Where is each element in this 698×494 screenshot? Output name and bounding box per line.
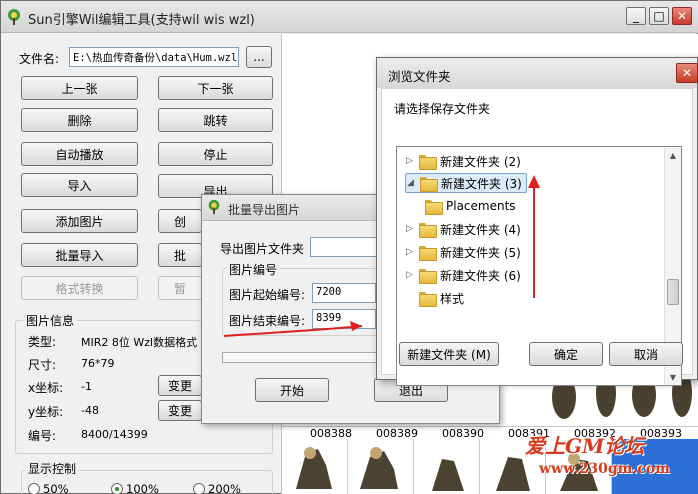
tree-item-folder-5[interactable]: ▷ 新建文件夹 (5): [405, 242, 521, 262]
tree-item-folder-2[interactable]: ▷ 新建文件夹 (2): [405, 151, 521, 171]
dialog-close-button[interactable]: ✕: [676, 63, 698, 83]
batch-export-title: 批量导出图片: [228, 203, 301, 217]
maximize-button[interactable]: □: [649, 7, 669, 25]
filename-input[interactable]: E:\热血传奇备份\data\Hum.wzl: [69, 47, 239, 67]
pause-button[interactable]: 暂: [158, 276, 202, 300]
start-number-input[interactable]: 7200: [312, 283, 376, 303]
folder-icon: [419, 291, 437, 307]
start-number-label: 图片起始编号:: [229, 288, 306, 302]
x-value: -1: [81, 380, 92, 393]
tree-item-folder-4[interactable]: ▷ 新建文件夹 (4): [405, 219, 521, 239]
zoom-100-radio[interactable]: 100%: [111, 482, 159, 494]
tree-item-folder-3[interactable]: ◢ 新建文件夹 (3): [405, 173, 527, 193]
expand-arrow-icon[interactable]: ▷: [405, 224, 414, 234]
watermark-line1: 爱上GM论坛: [525, 434, 645, 458]
watermark-line2: www.230gm.com: [539, 461, 670, 477]
cancel-button[interactable]: 取消: [609, 342, 683, 366]
radio-icon: [28, 483, 40, 494]
browse-button[interactable]: ...: [246, 46, 272, 68]
y-value: -48: [81, 404, 99, 417]
index-label: 编号:: [28, 429, 57, 443]
scroll-down-icon[interactable]: ▼: [665, 369, 681, 385]
stop-button[interactable]: 停止: [158, 142, 273, 166]
folder-icon: [419, 268, 437, 284]
close-icon: ✕: [676, 9, 688, 23]
browse-folder-title: 浏览文件夹: [388, 69, 451, 84]
y-change-button[interactable]: 变更: [158, 400, 202, 421]
batch-import-button[interactable]: 批量导入: [21, 243, 138, 267]
autoplay-button[interactable]: 自动播放: [21, 142, 138, 166]
export-folder-input[interactable]: [310, 237, 380, 257]
size-value: 76*79: [81, 357, 115, 370]
expand-arrow-icon[interactable]: ▷: [405, 156, 414, 166]
type-value: MIR2 8位 Wzl数据格式: [81, 336, 198, 349]
y-label: y坐标:: [28, 405, 64, 419]
image-info-title: 图片信息: [23, 312, 78, 329]
tree-item-folder-6[interactable]: ▷ 新建文件夹 (6): [405, 265, 521, 285]
type-label: 类型:: [28, 335, 57, 349]
format-convert-button[interactable]: 格式转换: [21, 276, 138, 300]
zoom-200-radio[interactable]: 200%: [193, 482, 241, 494]
start-button[interactable]: 开始: [255, 378, 329, 402]
next-button[interactable]: 下一张: [158, 76, 273, 100]
red-annotation-arrow: [528, 175, 540, 298]
folder-icon: [425, 199, 443, 215]
minimize-button[interactable]: _: [626, 7, 646, 25]
close-icon: ✕: [681, 66, 693, 80]
image-number-title: 图片编号: [226, 261, 281, 278]
create-button[interactable]: 创: [158, 209, 202, 233]
jump-button[interactable]: 跳转: [158, 108, 273, 132]
expand-arrow-icon[interactable]: ▷: [405, 270, 414, 280]
display-control-title: 显示控制: [25, 460, 80, 477]
size-label: 尺寸:: [28, 358, 57, 372]
browse-prompt: 请选择保存文件夹: [394, 102, 491, 116]
x-label: x坐标:: [28, 381, 64, 395]
export-progress-bar: [222, 352, 382, 363]
filename-label: 文件名:: [19, 52, 60, 66]
radio-selected-icon: [111, 483, 123, 494]
scroll-up-icon[interactable]: ▲: [665, 147, 681, 163]
app-icon: [208, 199, 220, 215]
expand-arrow-icon[interactable]: ▷: [405, 247, 414, 257]
zoom-50-radio[interactable]: 50%: [28, 482, 69, 494]
export-folder-label: 导出图片文件夹: [220, 242, 305, 256]
folder-icon: [419, 154, 437, 170]
index-value: 8400/14399: [81, 428, 148, 441]
delete-button[interactable]: 删除: [21, 108, 138, 132]
main-title-bar[interactable]: Sun引擎Wil编辑工具(支持wil wis wzl) _ □ ✕: [1, 1, 698, 33]
batch-button[interactable]: 批: [158, 243, 202, 267]
app-icon: [8, 9, 20, 25]
close-button[interactable]: ✕: [672, 7, 692, 25]
prev-button[interactable]: 上一张: [21, 76, 138, 100]
scroll-thumb[interactable]: [667, 279, 679, 305]
x-change-button[interactable]: 变更: [158, 375, 202, 396]
radio-icon: [193, 483, 205, 494]
red-annotation-arrow: [223, 321, 363, 337]
window-title: Sun引擎Wil编辑工具(支持wil wis wzl): [28, 13, 255, 28]
minimize-icon: _: [633, 9, 639, 23]
ok-button[interactable]: 确定: [529, 342, 603, 366]
folder-icon: [420, 176, 438, 192]
maximize-icon: □: [653, 9, 665, 23]
browse-folder-title-bar[interactable]: 浏览文件夹 ✕: [377, 58, 698, 88]
folder-icon: [419, 245, 437, 261]
add-image-button[interactable]: 添加图片: [21, 209, 138, 233]
import-button[interactable]: 导入: [21, 173, 138, 197]
new-folder-button[interactable]: 新建文件夹 (M): [399, 342, 499, 366]
folder-icon: [419, 222, 437, 238]
tree-item-placements[interactable]: Placements: [425, 196, 516, 216]
collapse-arrow-icon[interactable]: ◢: [406, 178, 415, 188]
watermark: 爱上GM论坛 www.230gm.com: [525, 430, 670, 477]
tree-item-style[interactable]: 样式: [405, 288, 464, 308]
